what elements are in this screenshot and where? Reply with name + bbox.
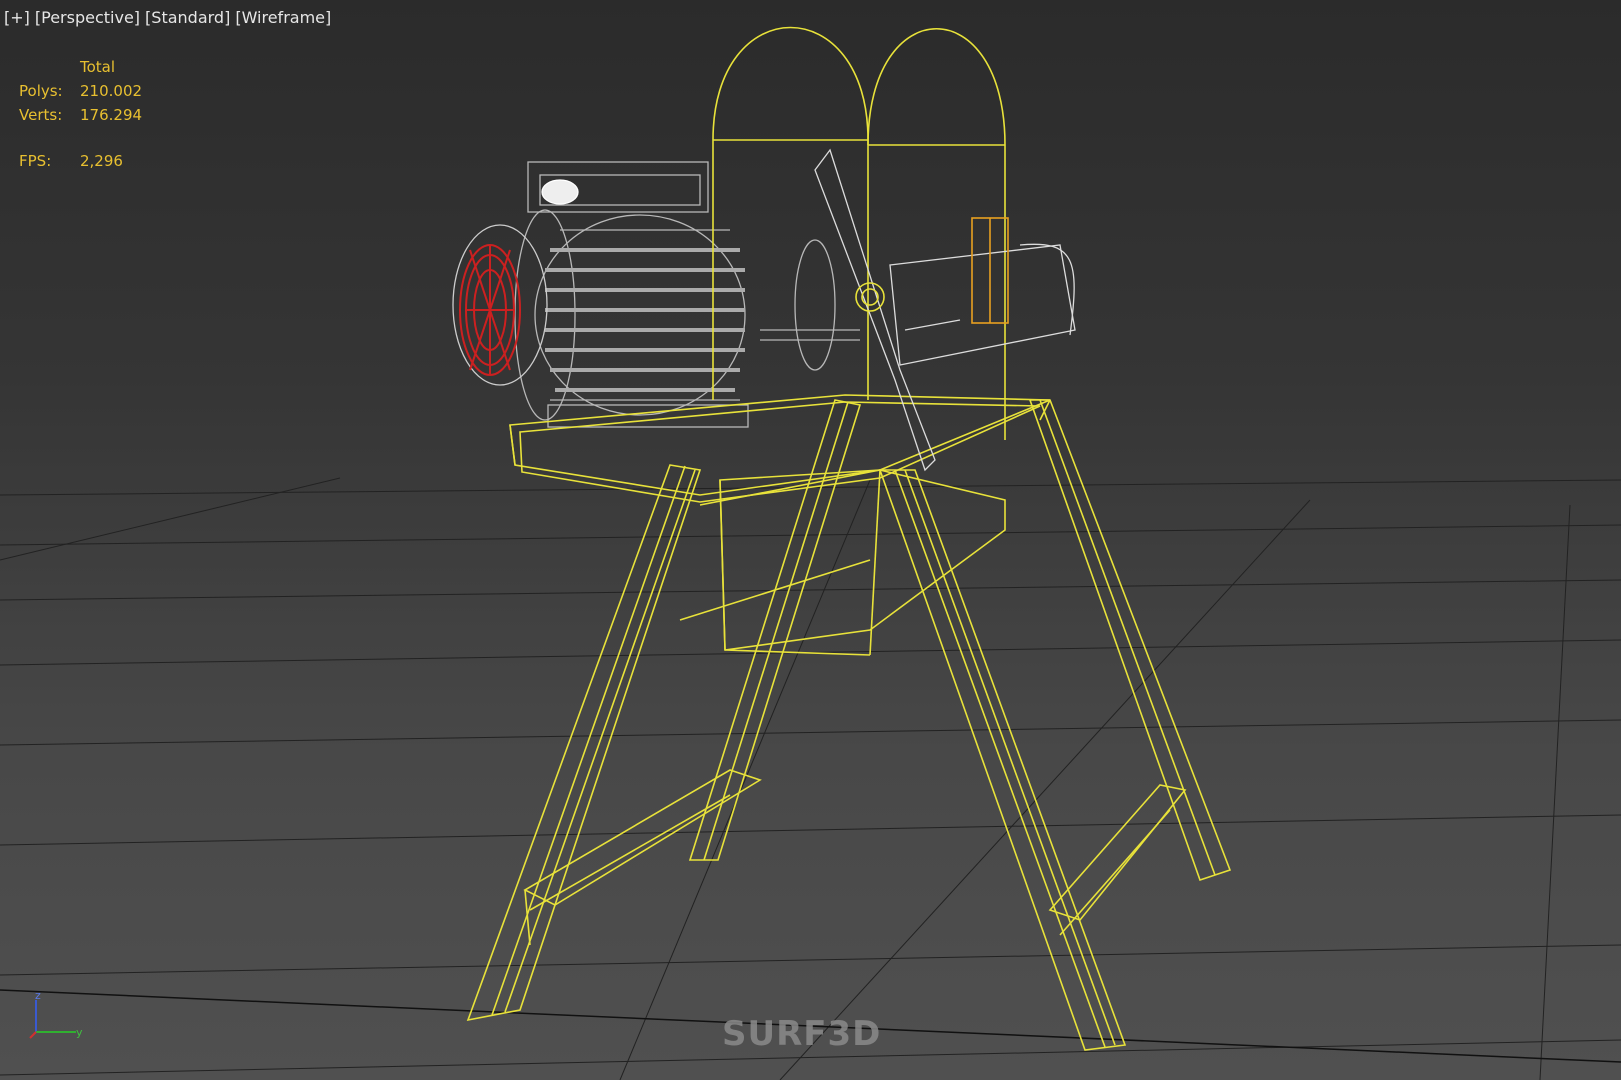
verts-value: 176.294 xyxy=(80,106,143,124)
stats-header: Total xyxy=(80,58,116,76)
stats-fps-row: FPS: 2,296 xyxy=(19,149,142,173)
perspective-viewport[interactable]: [+] [Perspective] [Standard] [Wireframe]… xyxy=(0,0,1621,1080)
viewport-general-menu[interactable]: [+] xyxy=(4,8,30,27)
fps-label: FPS: xyxy=(19,152,52,170)
ground-grid xyxy=(0,477,1621,1080)
viewport-statistics: Total Polys: 210.002 Verts: 176.294 FPS:… xyxy=(19,55,142,173)
verts-label: Verts: xyxy=(19,106,63,124)
viewport-display-mode-menu[interactable]: [Wireframe] xyxy=(235,8,331,27)
panel-wireframe[interactable] xyxy=(971,217,1009,324)
fan-wireframe[interactable] xyxy=(459,244,521,376)
viewport-view-menu[interactable]: [Perspective] xyxy=(35,8,140,27)
fps-value: 2,296 xyxy=(80,152,123,170)
viewport-shading-style-menu[interactable]: [Standard] xyxy=(145,8,230,27)
watermark: SURF3D xyxy=(722,1014,882,1054)
axis-y-label: y xyxy=(76,1026,83,1039)
axis-gizmo: z y xyxy=(29,990,83,1039)
polys-value: 210.002 xyxy=(80,82,143,100)
axis-z-label: z xyxy=(35,990,41,1002)
stats-polys-row: Polys: 210.002 xyxy=(19,79,142,103)
stats-verts-row: Verts: 176.294 xyxy=(19,103,142,127)
wireframe-scene[interactable] xyxy=(0,0,1621,1080)
viewport-label-menu: [+] [Perspective] [Standard] [Wireframe] xyxy=(4,8,331,27)
stand-wireframe[interactable] xyxy=(466,26,1232,1051)
polys-label: Polys: xyxy=(19,82,63,100)
gear-wireframe[interactable] xyxy=(855,282,885,312)
